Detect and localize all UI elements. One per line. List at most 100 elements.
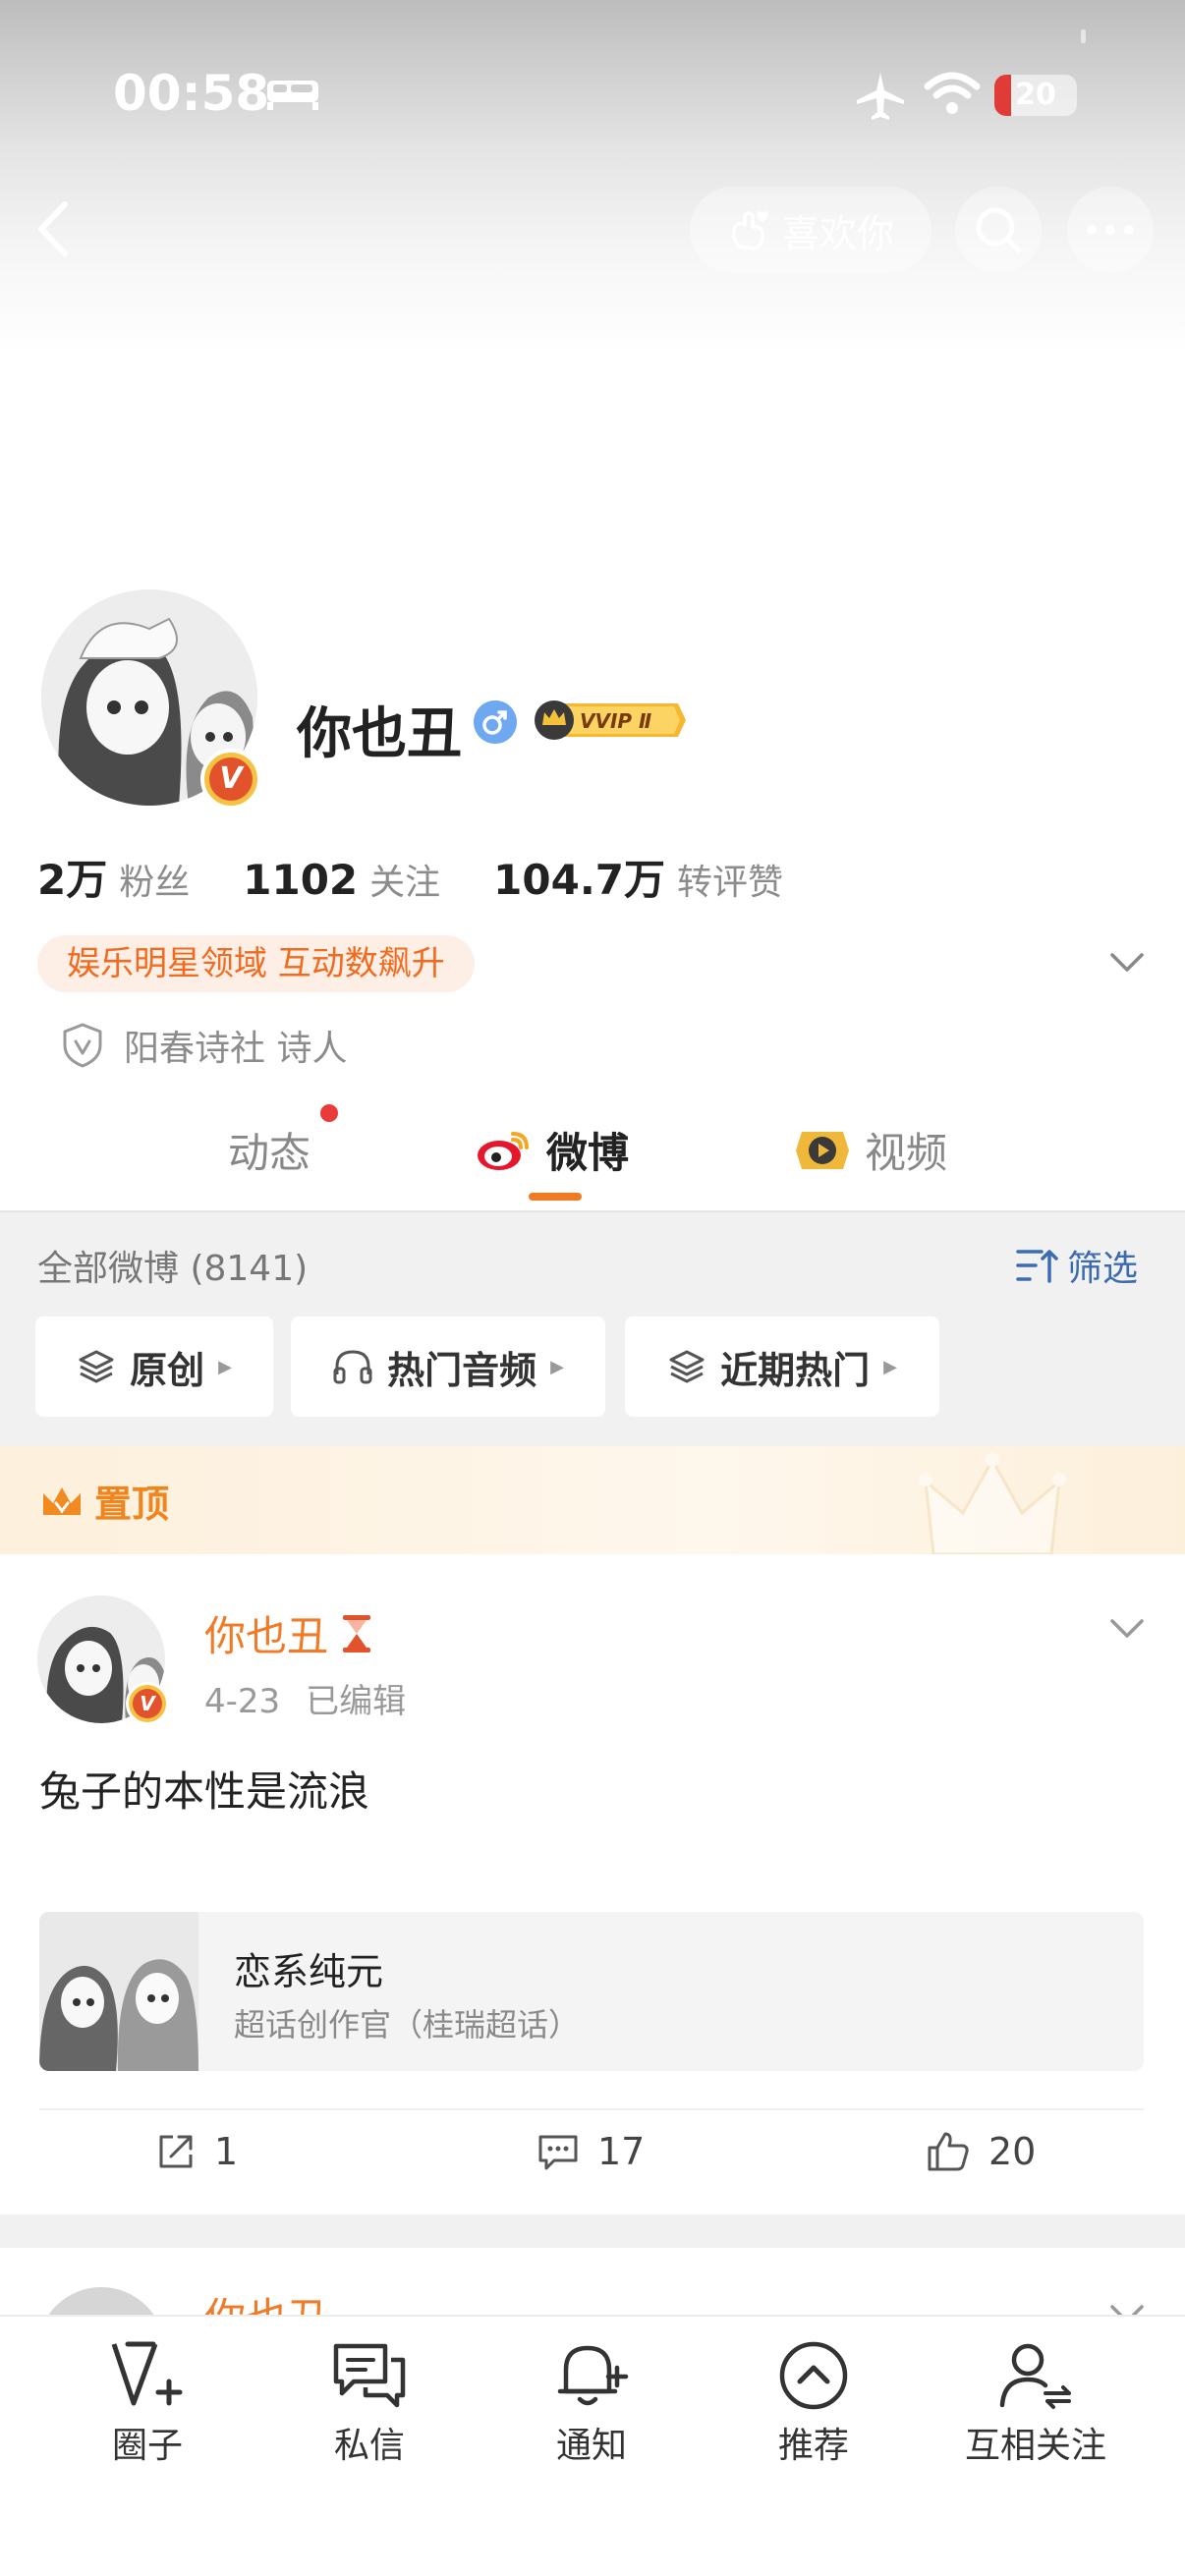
battery-percent: 20 xyxy=(1015,78,1056,112)
verified-v: V xyxy=(209,757,253,801)
post-meta: 4-23 已编辑 xyxy=(204,1674,406,1722)
sleep-focus-icon xyxy=(267,81,318,110)
verification-row[interactable]: 阳春诗社 诗人 xyxy=(61,1020,347,1071)
shield-icon xyxy=(63,1023,102,1068)
filter-label: 筛选 xyxy=(1067,1249,1139,1289)
following-count[interactable]: 1102 xyxy=(243,856,358,904)
mutual-follow-icon xyxy=(999,2343,1071,2409)
like-count: 20 xyxy=(988,2130,1037,2173)
followers-label[interactable]: 粉丝 xyxy=(119,854,190,905)
next-post-chevron-icon[interactable] xyxy=(1106,2297,1148,2317)
crown-icon xyxy=(43,1486,81,1515)
chip-recent-hot[interactable]: 近期热门 ▶ xyxy=(625,1316,939,1417)
post-actions: 1 17 20 xyxy=(0,2130,1185,2193)
supertopic-title: 恋系纯元 xyxy=(234,1950,384,1993)
vip-badge-icon[interactable]: VVIP Ⅱ xyxy=(531,698,688,743)
filter-button[interactable]: 筛选 xyxy=(1016,1240,1138,1291)
pinned-text: 置顶 xyxy=(94,1483,170,1526)
weibo-logo-icon xyxy=(478,1131,529,1170)
tab-mutual-follow-label: 互相关注 xyxy=(964,2426,1106,2466)
verified-badge: V xyxy=(200,749,261,810)
layers-icon xyxy=(79,1350,114,1383)
status-time: 00:58 xyxy=(113,65,270,122)
tab-recommend[interactable]: 推荐 xyxy=(715,2338,912,2468)
video-icon xyxy=(796,1131,849,1169)
battery-indicator: 20 xyxy=(994,75,1077,116)
tab-weibo-label: 微博 xyxy=(546,1129,630,1177)
post-body: 兔子的本性是流浪 xyxy=(39,1767,370,1816)
chevron-up-circle-icon xyxy=(779,2341,848,2410)
tab-video[interactable]: 视频 xyxy=(794,1120,947,1180)
tab-circle[interactable]: 圈子 xyxy=(49,2338,246,2468)
comment-button[interactable]: 17 xyxy=(536,2130,645,2173)
like-button[interactable]: 20 xyxy=(926,2130,1036,2173)
chip-original[interactable]: 原创 ▶ xyxy=(35,1316,273,1417)
comment-count: 17 xyxy=(597,2130,646,2173)
chip-recent-hot-label: 近期热门 xyxy=(720,1348,871,1392)
more-dots-icon xyxy=(1087,225,1134,235)
following-label[interactable]: 关注 xyxy=(369,854,440,905)
chevron-down-icon[interactable] xyxy=(1106,945,1148,979)
activity-notification-dot xyxy=(320,1104,338,1122)
circle-v-icon xyxy=(111,2341,183,2406)
caret-right-icon: ▶ xyxy=(883,1356,897,1377)
airplane-mode-icon xyxy=(857,73,904,120)
sort-filter-icon xyxy=(1016,1250,1058,1283)
next-post-avatar xyxy=(47,2287,155,2317)
post-verified-v: V xyxy=(133,1689,162,1718)
wifi-icon xyxy=(924,72,981,114)
search-button[interactable] xyxy=(955,187,1042,273)
tab-notifications[interactable]: 通知 xyxy=(493,2338,690,2468)
headphones-icon xyxy=(333,1350,372,1384)
tab-mutual-follow[interactable]: 互相关注 xyxy=(937,2338,1134,2468)
next-post-author: 你也丑 xyxy=(204,2285,328,2317)
post-menu-chevron-icon[interactable] xyxy=(1106,1611,1148,1645)
finger-heart-icon xyxy=(731,211,768,251)
chip-original-label: 原创 xyxy=(130,1348,205,1392)
post-author-name-row[interactable]: 你也丑 xyxy=(204,1603,375,1663)
engagement-label[interactable]: 转评赞 xyxy=(677,854,783,905)
layers-icon xyxy=(669,1350,705,1383)
all-posts-count: 全部微博 (8141) xyxy=(37,1249,309,1289)
tab-circle-label: 圈子 xyxy=(111,2426,183,2466)
thumbs-up-icon xyxy=(928,2132,969,2171)
followers-count[interactable]: 2万 xyxy=(37,847,107,907)
status-bar: 00:58 20 xyxy=(0,59,1185,138)
tab-video-label: 视频 xyxy=(865,1129,948,1177)
search-icon xyxy=(976,207,1022,253)
like-you-label: 喜欢你 xyxy=(781,211,894,255)
vip-badge-text: VVIP Ⅱ xyxy=(580,709,651,733)
post-verified-badge: V xyxy=(126,1682,169,1725)
crown-watermark-icon xyxy=(919,1453,1066,1554)
tab-activity-label: 动态 xyxy=(228,1129,311,1177)
supertopic-thumbnail xyxy=(39,1912,198,2071)
post-author-name: 你也丑 xyxy=(204,1612,329,1660)
tab-recommend-label: 推荐 xyxy=(777,2426,849,2466)
tab-activity[interactable]: 动态 xyxy=(228,1120,310,1180)
battery-nub xyxy=(1081,29,1086,43)
profile-username: 你也丑 xyxy=(297,702,462,766)
tab-weibo[interactable]: 微博 xyxy=(476,1120,629,1180)
post-divider xyxy=(39,2108,1144,2110)
domain-tag[interactable]: 娱乐明星领域 互动数飙升 xyxy=(37,935,475,992)
chip-hot-audio[interactable]: 热门音频 ▶ xyxy=(291,1316,605,1417)
next-post-peek: 你也丑 xyxy=(0,2248,1185,2317)
pinned-label-row: 置顶 xyxy=(39,1474,169,1528)
comment-icon xyxy=(538,2135,578,2170)
back-arrow-icon[interactable] xyxy=(29,196,79,261)
tab-notifications-label: 通知 xyxy=(555,2426,627,2466)
tab-messages[interactable]: 私信 xyxy=(271,2338,468,2468)
supertopic-card[interactable]: 恋系纯元 超话创作官（桂瑞超话） xyxy=(39,1912,1144,2071)
post-date: 4-23 xyxy=(204,1682,281,1721)
profile-page: 00:58 20 喜欢你 V 你也丑 VVIP Ⅱ 2万 粉丝 1102 关注 … xyxy=(0,0,1185,2576)
tab-messages-label: 私信 xyxy=(333,2426,405,2466)
chip-hot-audio-label: 热门音频 xyxy=(387,1348,537,1392)
more-button[interactable] xyxy=(1067,187,1154,273)
engagement-count[interactable]: 104.7万 xyxy=(493,847,665,907)
repost-button[interactable]: 1 xyxy=(155,2130,238,2173)
active-tab-indicator xyxy=(529,1193,582,1201)
post-separator xyxy=(0,2214,1185,2248)
supertopic-illustration xyxy=(39,1912,198,2071)
like-you-button[interactable]: 喜欢你 xyxy=(690,187,931,273)
male-gender-icon xyxy=(474,700,517,744)
